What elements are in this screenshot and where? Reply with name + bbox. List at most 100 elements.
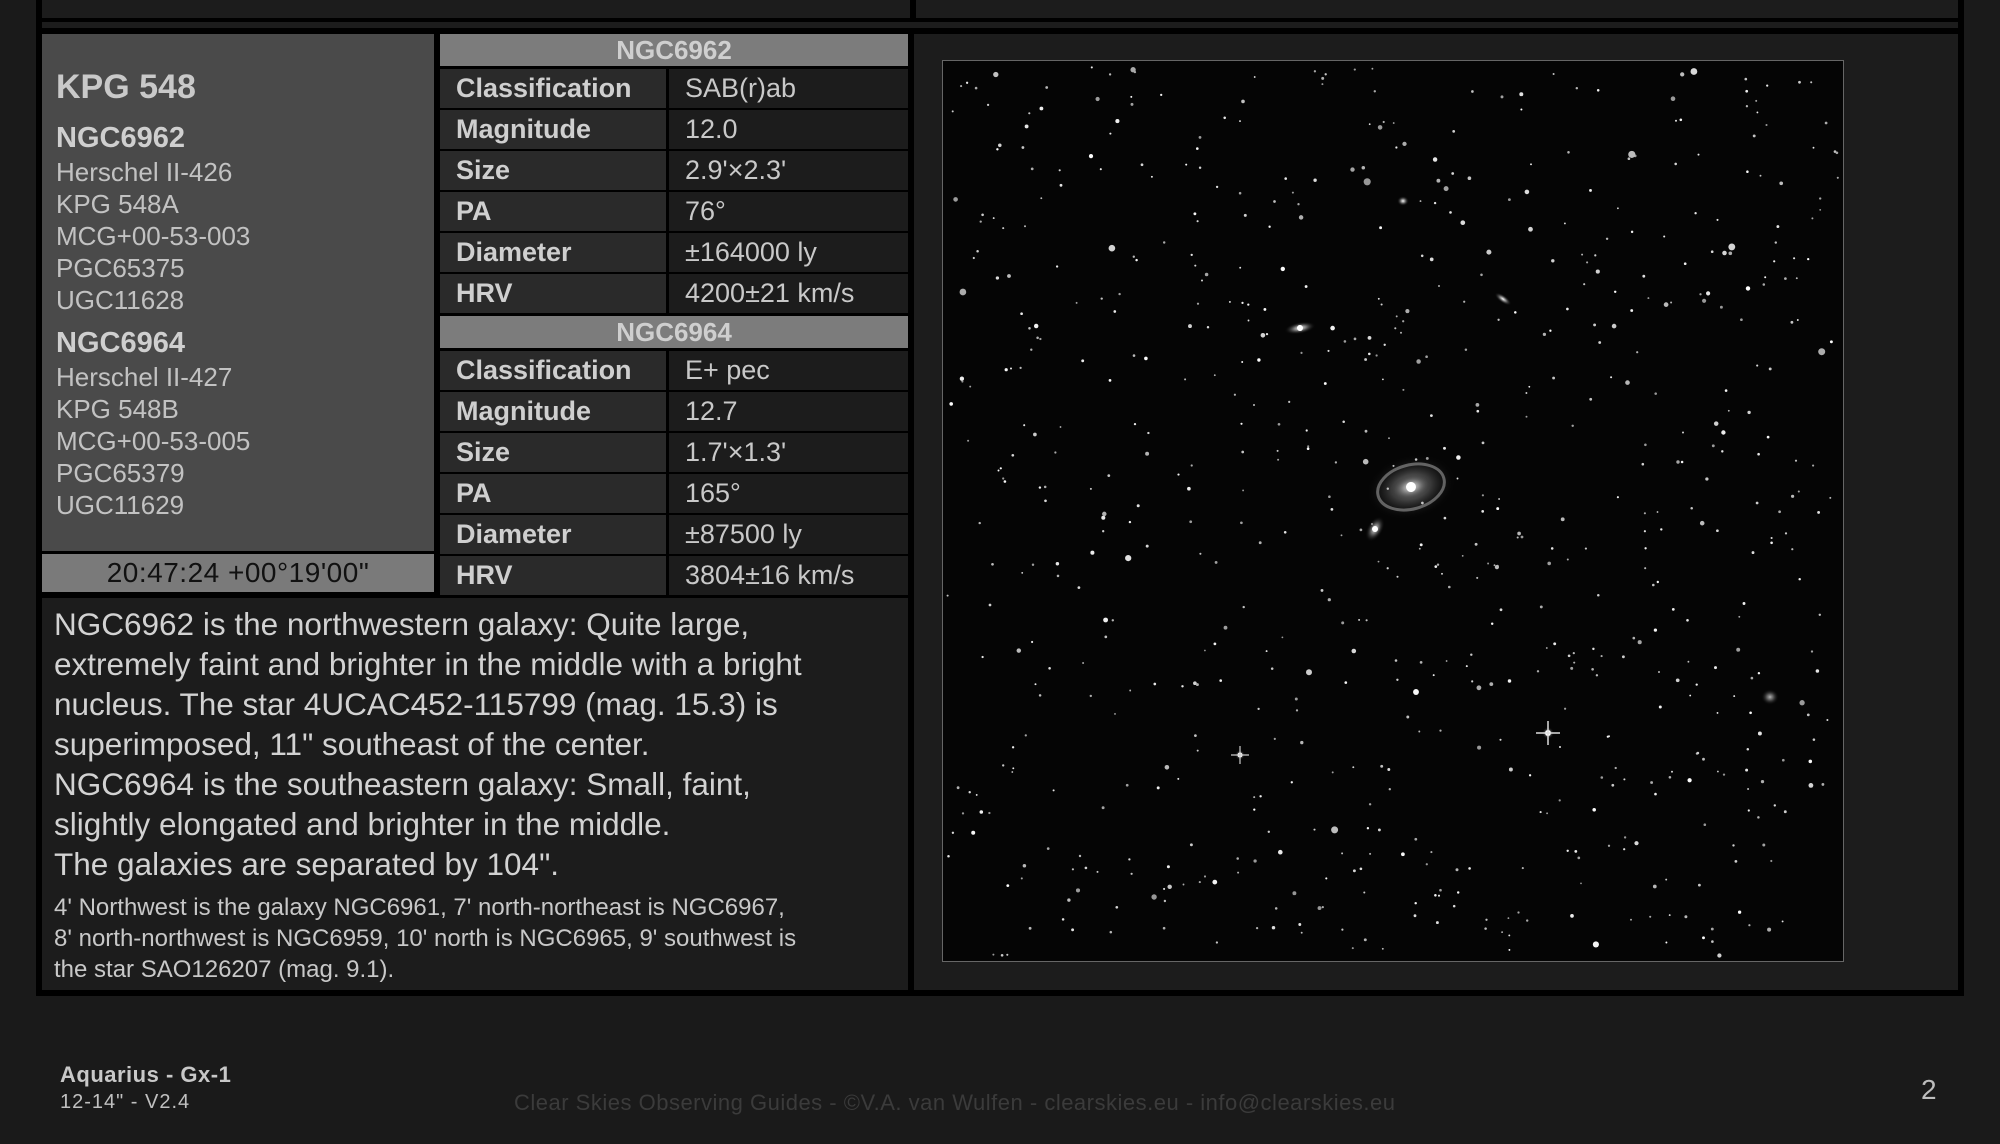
star <box>1697 153 1700 156</box>
star <box>1341 928 1344 931</box>
star <box>1268 225 1271 228</box>
star <box>1367 336 1372 340</box>
star <box>1750 676 1754 680</box>
footer-subtitle: 12-14" - V2.4 <box>60 1091 191 1113</box>
star <box>1077 586 1081 589</box>
star <box>1812 464 1815 467</box>
star <box>1362 458 1369 465</box>
star <box>1770 541 1773 545</box>
star <box>1608 735 1610 738</box>
star <box>1380 764 1384 768</box>
star <box>1810 650 1814 653</box>
star <box>1807 257 1810 261</box>
star <box>960 85 963 88</box>
star <box>1163 899 1167 903</box>
star <box>1490 622 1494 625</box>
star <box>1679 118 1683 122</box>
star <box>1711 444 1715 448</box>
star <box>1549 329 1552 332</box>
star <box>1267 830 1270 833</box>
star <box>1680 460 1684 464</box>
star <box>1551 259 1555 263</box>
table-row: Magnitude 12.0 <box>440 110 908 149</box>
star <box>979 810 984 814</box>
star <box>1572 651 1575 655</box>
star <box>1461 554 1464 557</box>
star <box>953 197 958 202</box>
star <box>1125 783 1129 787</box>
star <box>1396 575 1399 578</box>
star <box>1352 766 1355 769</box>
galaxy2-name: NGC6964 <box>56 327 185 359</box>
star <box>1144 356 1148 361</box>
star <box>1271 925 1276 930</box>
star <box>1781 758 1785 762</box>
star <box>1757 731 1762 736</box>
star <box>1778 510 1781 514</box>
star <box>1760 779 1765 784</box>
star <box>1090 66 1093 69</box>
star <box>1196 147 1199 150</box>
star <box>1773 804 1776 807</box>
star <box>1550 547 1554 550</box>
galaxy-small-image <box>1494 292 1512 306</box>
star <box>1745 89 1749 93</box>
star <box>1762 843 1766 847</box>
star <box>1757 816 1760 819</box>
star <box>1284 177 1287 180</box>
star <box>992 953 995 956</box>
star <box>947 854 950 858</box>
star <box>1668 914 1671 917</box>
star <box>1243 213 1247 217</box>
table-key: Size <box>440 151 666 190</box>
star <box>1507 679 1512 683</box>
star <box>1621 655 1625 659</box>
star <box>1437 894 1441 897</box>
star <box>1525 415 1528 418</box>
star <box>1644 547 1647 550</box>
star <box>1365 619 1368 622</box>
star <box>1573 661 1576 664</box>
star <box>1061 918 1065 921</box>
star <box>1082 662 1085 664</box>
star <box>1167 884 1172 890</box>
star <box>1162 926 1166 930</box>
star <box>1241 361 1244 363</box>
star <box>1306 447 1310 451</box>
star <box>1418 547 1421 550</box>
star <box>1755 501 1759 505</box>
star <box>1810 81 1813 84</box>
star <box>1465 665 1468 668</box>
object-title: KPG 548 <box>56 68 196 106</box>
star <box>1196 302 1200 305</box>
star <box>999 467 1002 470</box>
star <box>1288 400 1291 403</box>
star <box>1445 660 1448 662</box>
star <box>1103 617 1109 623</box>
star <box>1002 227 1005 230</box>
star <box>1012 767 1015 770</box>
star <box>1680 72 1685 77</box>
star <box>1132 255 1135 258</box>
star <box>1328 495 1331 499</box>
star <box>1430 851 1433 854</box>
star <box>1095 96 1100 102</box>
star <box>1111 619 1115 622</box>
star <box>1656 580 1659 584</box>
description-panel: NGC6962 is the northwestern galaxy: Quit… <box>42 598 908 990</box>
star <box>1452 904 1456 908</box>
star <box>1596 89 1600 92</box>
star <box>1435 921 1439 925</box>
star <box>1703 823 1707 826</box>
star <box>1674 162 1677 166</box>
star <box>1717 953 1722 958</box>
star <box>1779 181 1784 186</box>
star <box>1084 866 1088 870</box>
star <box>1109 132 1112 135</box>
star <box>1757 671 1761 675</box>
table-value: 3804±16 km/s <box>669 556 908 595</box>
star <box>1610 376 1613 379</box>
star <box>1627 157 1631 161</box>
star <box>1636 351 1639 354</box>
star <box>1386 567 1389 570</box>
